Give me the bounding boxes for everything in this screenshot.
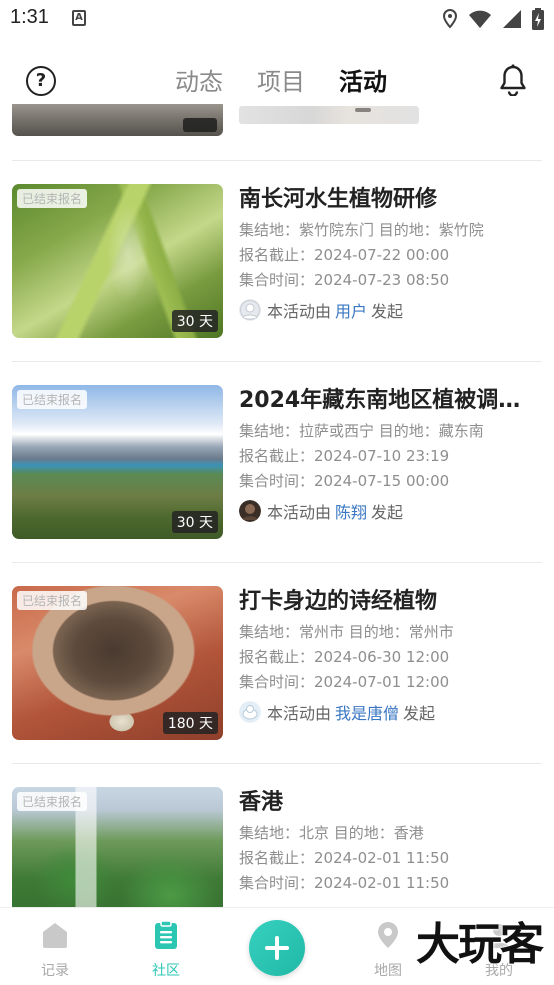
map-pin-icon (378, 922, 398, 948)
battery-icon (532, 8, 544, 30)
activity-title[interactable]: 2024年藏东南地区植被调查... (239, 386, 542, 416)
a-box-icon: A (72, 10, 86, 26)
signup-deadline: 报名截止：2024-07-10 23:19 (239, 447, 450, 465)
creator-row: 本活动由 用户 发起 (239, 299, 542, 321)
creator-name-link[interactable]: 陈翔 (335, 499, 367, 523)
status-badge: 已结束报名 (17, 591, 88, 610)
gather-time: 集合时间：2024-07-15 00:00 (239, 472, 450, 490)
nav-label: 社区 (152, 963, 180, 979)
bell-icon[interactable] (498, 64, 528, 96)
activity-thumbnail: 已结束报名 180 天 (12, 586, 223, 740)
activity-thumbnail (12, 104, 223, 136)
signup-deadline: 报名截止：2024-02-01 11:50 (239, 849, 450, 867)
wifi-icon (469, 10, 491, 28)
status-icons (442, 8, 544, 30)
signal-icon (503, 10, 521, 28)
location-line: 集结地：北京 目的地：香港 (239, 824, 424, 842)
creator-suffix: 发起 (403, 704, 436, 723)
tab-projects[interactable]: 项目 (255, 62, 307, 97)
creator-prefix: 本活动由 (267, 503, 332, 522)
avatar[interactable] (239, 299, 261, 321)
activity-card-partial[interactable] (12, 104, 542, 161)
activity-thumbnail: 已结束报名 30 天 (12, 385, 223, 539)
activity-card[interactable]: 已结束报名 香港 集结地：北京 目的地：香港 报名截止：2024-02-01 1… (12, 764, 542, 907)
status-badge: 已结束报名 (17, 792, 88, 811)
status-badge: 已结束报名 (17, 189, 88, 208)
signup-deadline: 报名截止：2024-07-22 00:00 (239, 246, 450, 264)
activity-thumbnail: 已结束报名 (12, 787, 223, 907)
activity-card[interactable]: 已结束报名 180 天 打卡身边的诗经植物 集结地：常州市 目的地：常州市 报名… (12, 563, 542, 764)
gather-time: 集合时间：2024-07-23 08:50 (239, 271, 450, 289)
avatar[interactable] (239, 701, 261, 723)
activity-title[interactable]: 南长河水生植物研修 (239, 185, 542, 215)
creator-name-link[interactable]: 我是唐僧 (335, 700, 399, 724)
activity-title[interactable]: 香港 (239, 788, 542, 818)
creator-row: 本活动由 我是唐僧 发起 (239, 701, 542, 723)
activity-info: 2024年藏东南地区植被调查... 集结地：拉萨或西宁 目的地：藏东南 报名截止… (239, 386, 542, 522)
avatar[interactable] (239, 500, 261, 522)
location-icon (442, 9, 458, 29)
top-tabs: 动态 项目 活动 (0, 62, 554, 112)
duration-badge: 30 天 (171, 511, 218, 533)
activity-info: 香港 集结地：北京 目的地：香港 报名截止：2024-02-01 11:50 集… (239, 788, 542, 893)
duration-badge: 180 天 (162, 712, 218, 734)
nav-item-community[interactable]: 社区 (126, 920, 206, 980)
status-badge: 已结束报名 (17, 390, 88, 409)
activity-info: 打卡身边的诗经植物 集结地：常州市 目的地：常州市 报名截止：2024-06-3… (239, 587, 542, 723)
activity-card[interactable]: 已结束报名 30 天 南长河水生植物研修 集结地：紫竹院东门 目的地：紫竹院 报… (12, 161, 542, 362)
creator-prefix: 本活动由 (267, 302, 332, 321)
location-line: 集结地：紫竹院东门 目的地：紫竹院 (239, 221, 484, 239)
nav-item-records[interactable]: 记录 (15, 920, 95, 980)
location-line: 集结地：常州市 目的地：常州市 (239, 623, 454, 641)
activity-feed[interactable]: 已结束报名 30 天 南长河水生植物研修 集结地：紫竹院东门 目的地：紫竹院 报… (0, 104, 554, 907)
creator-suffix: 发起 (371, 503, 404, 522)
signup-deadline: 报名截止：2024-06-30 12:00 (239, 648, 450, 666)
clipboard-icon (155, 920, 177, 949)
activity-thumbnail: 已结束报名 30 天 (12, 184, 223, 338)
status-time: 1:31 (10, 6, 49, 28)
add-activity-button[interactable] (249, 920, 305, 976)
header: ? 动态 项目 活动 (0, 52, 554, 112)
creator-suffix: 发起 (371, 302, 404, 321)
watermark-logo: 大玩客 (416, 919, 544, 970)
activity-title[interactable]: 打卡身边的诗经植物 (239, 587, 542, 617)
creator-prefix: 本活动由 (267, 704, 332, 723)
gather-time: 集合时间：2024-02-01 11:50 (239, 874, 450, 892)
status-bar: 1:31 A (0, 0, 554, 40)
creator-name-link[interactable]: 用户 (335, 298, 367, 322)
activity-info: 南长河水生植物研修 集结地：紫竹院东门 目的地：紫竹院 报名截止：2024-07… (239, 185, 542, 321)
gather-time: 集合时间：2024-07-01 12:00 (239, 673, 450, 691)
location-line: 集结地：拉萨或西宁 目的地：藏东南 (239, 422, 484, 440)
nav-label: 记录 (41, 963, 69, 979)
duration-badge: 30 天 (171, 310, 218, 332)
tab-activities[interactable]: 活动 (337, 62, 389, 112)
creator-row-cut-off (239, 106, 419, 124)
activity-card[interactable]: 已结束报名 30 天 2024年藏东南地区植被调查... 集结地：拉萨或西宁 目… (12, 362, 542, 563)
home-icon (43, 923, 67, 948)
duration-badge (183, 118, 217, 132)
creator-row: 本活动由 陈翔 发起 (239, 500, 542, 522)
tab-dynamics[interactable]: 动态 (173, 62, 225, 97)
